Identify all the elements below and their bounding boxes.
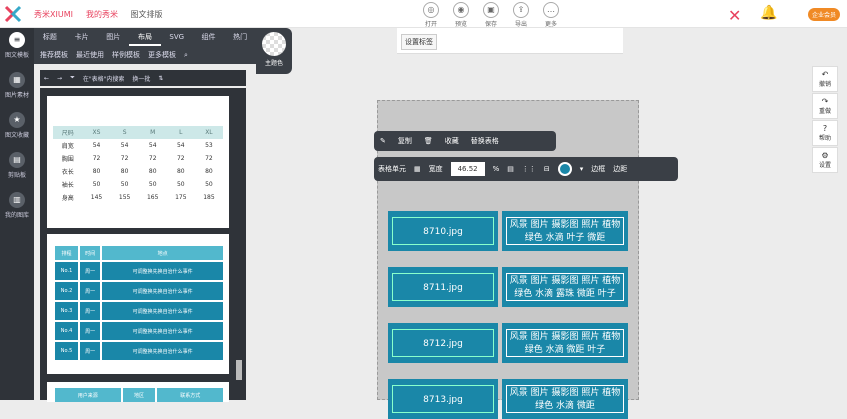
width-label: 宽度 bbox=[428, 165, 443, 173]
open-button[interactable]: ◎ 打开 bbox=[416, 0, 446, 28]
filter-icon[interactable]: ⏷ bbox=[70, 74, 75, 82]
more-button[interactable]: … 更多 bbox=[536, 0, 566, 28]
replace-table-button[interactable]: 替换表格 bbox=[471, 136, 499, 146]
redo-icon: ↷ bbox=[821, 97, 829, 106]
sort-icon[interactable]: ⇅ bbox=[158, 75, 163, 82]
export-button[interactable]: ⇪ 导出 bbox=[506, 0, 536, 28]
theme-color-button[interactable]: 主题色 bbox=[256, 28, 292, 74]
save-icon: ▣ bbox=[483, 2, 499, 18]
grid-icon[interactable]: ▦ bbox=[414, 165, 421, 173]
subtab-samples[interactable]: 样例模板 bbox=[112, 46, 140, 64]
chevron-down-icon[interactable]: ▾ bbox=[580, 165, 584, 173]
cell-color-picker[interactable] bbox=[557, 162, 572, 176]
template-schedule-table[interactable]: 排程 时间 地点 No.1 周一 可调整换先换自治什么事件 No.2 周一 可调整换先换自治… bbox=[47, 234, 229, 374]
subtab-recent[interactable]: 最近使用 bbox=[76, 46, 104, 64]
image-cell[interactable]: 8712.jpg bbox=[388, 323, 498, 363]
subtab-recommended[interactable]: 推荐模板 bbox=[40, 46, 68, 64]
margin-button[interactable]: 边距 bbox=[613, 164, 627, 174]
tab-svg[interactable]: SVG bbox=[161, 28, 193, 46]
refresh-button[interactable]: 换一批 bbox=[132, 74, 150, 83]
schedule-table: 排程 时间 地点 No.1 周一 可调整换先换自治什么事件 No.2 周一 可调整换先换自治… bbox=[53, 244, 225, 362]
breadcrumb: 我的秀米 图文排版 bbox=[86, 9, 173, 20]
bookmark-icon: ★ bbox=[9, 112, 25, 128]
gear-icon: ⚙ bbox=[821, 151, 829, 160]
text-cell[interactable]: 风景 图片 摄影图 照片 植物 绿色 水滴 叶子 微距 bbox=[502, 211, 628, 251]
template-panel: 尺码 XS S M L XL 肩宽 54 54 54 54 53 胸围 72 72 72 72 72 衣长 80… bbox=[40, 88, 246, 402]
preview-icon: ◉ bbox=[453, 2, 469, 18]
crumb-my-xiumi[interactable]: 我的秀米 bbox=[86, 10, 118, 19]
tab-component[interactable]: 组件 bbox=[193, 28, 225, 46]
bell-icon[interactable]: 🔔 bbox=[760, 5, 777, 21]
layers-icon: ≡ bbox=[9, 32, 25, 48]
file-tools: ◎ 打开 ◉ 预览 ▣ 保存 ⇪ 导出 … 更多 bbox=[416, 0, 566, 28]
delete-icon[interactable]: 🗑 bbox=[424, 137, 433, 145]
nav-clipboard[interactable]: ▤ 剪贴板 bbox=[0, 152, 34, 179]
image-cell[interactable]: 8713.jpg bbox=[388, 379, 498, 419]
help-button[interactable]: ? 帮助 bbox=[812, 120, 838, 146]
template-size-table[interactable]: 尺码 XS S M L XL 肩宽 54 54 54 54 53 胸围 72 72 72 72 72 衣长 80… bbox=[47, 96, 229, 228]
sub-tabs: 推荐模板 最近使用 样例模板 更多模板 ⌕ bbox=[34, 46, 256, 64]
membership-badge[interactable]: 企业会员 bbox=[808, 8, 841, 21]
app-logo-icon: ✕ bbox=[728, 6, 742, 25]
image-icon: ▦ bbox=[9, 72, 25, 88]
undo-button[interactable]: ↶ 撤销 bbox=[812, 66, 838, 92]
set-tag-tooltip[interactable]: 设置标签 bbox=[401, 34, 437, 50]
favorite-button[interactable]: 收藏 bbox=[445, 136, 459, 146]
clipboard-icon: ▤ bbox=[9, 152, 25, 168]
text-cell[interactable]: 风景 图片 摄影图 照片 植物 绿色 水滴 微距 叶子 bbox=[502, 323, 628, 363]
template-user-table[interactable]: 用户来源 地区 联系方式 bbox=[47, 382, 229, 402]
pin-icon[interactable]: ✎ bbox=[380, 137, 386, 145]
tab-title[interactable]: 标题 bbox=[34, 28, 66, 46]
tab-hot[interactable]: 热门 bbox=[224, 28, 256, 46]
xiumi-logo-icon[interactable] bbox=[4, 5, 22, 23]
subtab-more[interactable]: 更多模板 bbox=[148, 46, 176, 64]
filter-bar: ← → ⏷ 在"表格"内搜索 换一批 ⇅ bbox=[40, 70, 246, 86]
crumb-current: 图文排版 bbox=[130, 10, 163, 19]
nav-templates[interactable]: ≡ 图文模板 bbox=[0, 32, 34, 59]
preview-button[interactable]: ◉ 预览 bbox=[446, 0, 476, 28]
open-icon: ◎ bbox=[423, 2, 439, 18]
border-button[interactable]: 边框 bbox=[591, 164, 605, 174]
save-button[interactable]: ▣ 保存 bbox=[476, 0, 506, 28]
panel-scrollbar[interactable] bbox=[236, 360, 242, 380]
redo-button[interactable]: ↷ 重做 bbox=[812, 93, 838, 119]
image-cell[interactable]: 8710.jpg bbox=[388, 211, 498, 251]
export-icon: ⇪ bbox=[513, 2, 529, 18]
image-cell[interactable]: 8711.jpg bbox=[388, 267, 498, 307]
text-cell[interactable]: 风景 图片 摄影图 照片 植物 绿色 水滴 露珠 微距 叶子 bbox=[502, 267, 628, 307]
cell-toolbar: 表格单元 ▦ 宽度 46.52 % ▤ ⋮⋮ ⊟ ▾ 边框 边距 bbox=[374, 157, 678, 181]
distribute-icon[interactable]: ⋮⋮ bbox=[522, 165, 536, 173]
align-icon[interactable]: ▤ bbox=[507, 165, 514, 173]
left-nav: ≡ 图文模板 ▦ 图片素材 ★ 图文收藏 ▤ 剪贴板 ▥ 我的图库 bbox=[0, 28, 34, 400]
forward-arrow-icon[interactable]: → bbox=[57, 75, 62, 82]
right-toolbar: ↶ 撤销 ↷ 重做 ? 帮助 ⚙ 设置 bbox=[812, 66, 838, 174]
gallery-icon: ▥ bbox=[9, 192, 25, 208]
nav-favorites[interactable]: ★ 图文收藏 bbox=[0, 112, 34, 139]
size-table: 尺码 XS S M L XL 肩宽 54 54 54 54 53 胸围 72 72 72 72 72 衣长 80… bbox=[53, 126, 223, 204]
unit-label: % bbox=[492, 165, 500, 173]
valign-icon[interactable]: ⊟ bbox=[544, 165, 550, 173]
tab-card[interactable]: 卡片 bbox=[66, 28, 98, 46]
back-arrow-icon[interactable]: ← bbox=[44, 75, 49, 82]
undo-icon: ↶ bbox=[821, 70, 829, 79]
brand-name[interactable]: 秀米XIUMI bbox=[34, 9, 73, 20]
tab-image[interactable]: 图片 bbox=[97, 28, 129, 46]
search-in-table[interactable]: 在"表格"内搜索 bbox=[83, 74, 125, 83]
tab-layout[interactable]: 布局 bbox=[129, 28, 161, 46]
help-icon: ? bbox=[822, 124, 828, 133]
more-icon: … bbox=[543, 2, 559, 18]
width-input[interactable]: 46.52 bbox=[450, 162, 485, 176]
user-table: 用户来源 地区 联系方式 bbox=[53, 386, 225, 404]
category-tabs: 标题 卡片 图片 布局 SVG 组件 热门 bbox=[34, 28, 256, 46]
settings-button[interactable]: ⚙ 设置 bbox=[812, 147, 838, 173]
top-bar: 秀米XIUMI 我的秀米 图文排版 ◎ 打开 ◉ 预览 ▣ 保存 ⇪ 导出 … 更多 ✕ … bbox=[0, 0, 847, 28]
text-cell[interactable]: 风景 图片 摄影图 照片 植物 绿色 水滴 微距 bbox=[502, 379, 628, 419]
nav-gallery[interactable]: ▥ 我的图库 bbox=[0, 192, 34, 219]
copy-button[interactable]: 复制 bbox=[398, 136, 412, 146]
theme-swatch bbox=[262, 32, 286, 56]
table-cell-label: 表格单元 bbox=[378, 165, 406, 173]
nav-images[interactable]: ▦ 图片素材 bbox=[0, 72, 34, 99]
search-icon[interactable]: ⌕ bbox=[184, 46, 188, 64]
element-toolbar: ✎ 复制 🗑 收藏 替换表格 bbox=[374, 131, 556, 151]
